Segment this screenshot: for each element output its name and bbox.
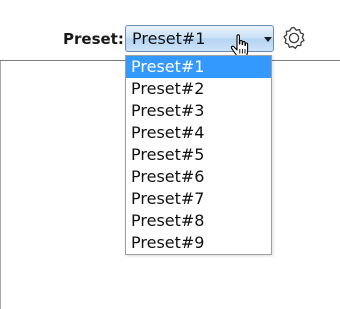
preset-option[interactable]: Preset#1: [126, 56, 271, 78]
chevron-down-icon[interactable]: [264, 37, 272, 42]
preset-option[interactable]: Preset#6: [126, 166, 271, 188]
panel-left-border: [0, 61, 1, 309]
preset-option[interactable]: Preset#3: [126, 100, 271, 122]
preset-option[interactable]: Preset#9: [126, 232, 271, 254]
preset-select-value: Preset#1: [132, 29, 206, 48]
preset-option[interactable]: Preset#7: [126, 188, 271, 210]
gear-icon[interactable]: [281, 25, 307, 51]
preset-option[interactable]: Preset#4: [126, 122, 271, 144]
preset-label: Preset:: [63, 30, 124, 48]
preset-option[interactable]: Preset#2: [126, 78, 271, 100]
preset-option[interactable]: Preset#8: [126, 210, 271, 232]
preset-toolbar: Preset: Preset#1: [0, 0, 340, 60]
preset-option[interactable]: Preset#5: [126, 144, 271, 166]
preset-dropdown-list: Preset#1 Preset#2 Preset#3 Preset#4 Pres…: [125, 55, 272, 255]
